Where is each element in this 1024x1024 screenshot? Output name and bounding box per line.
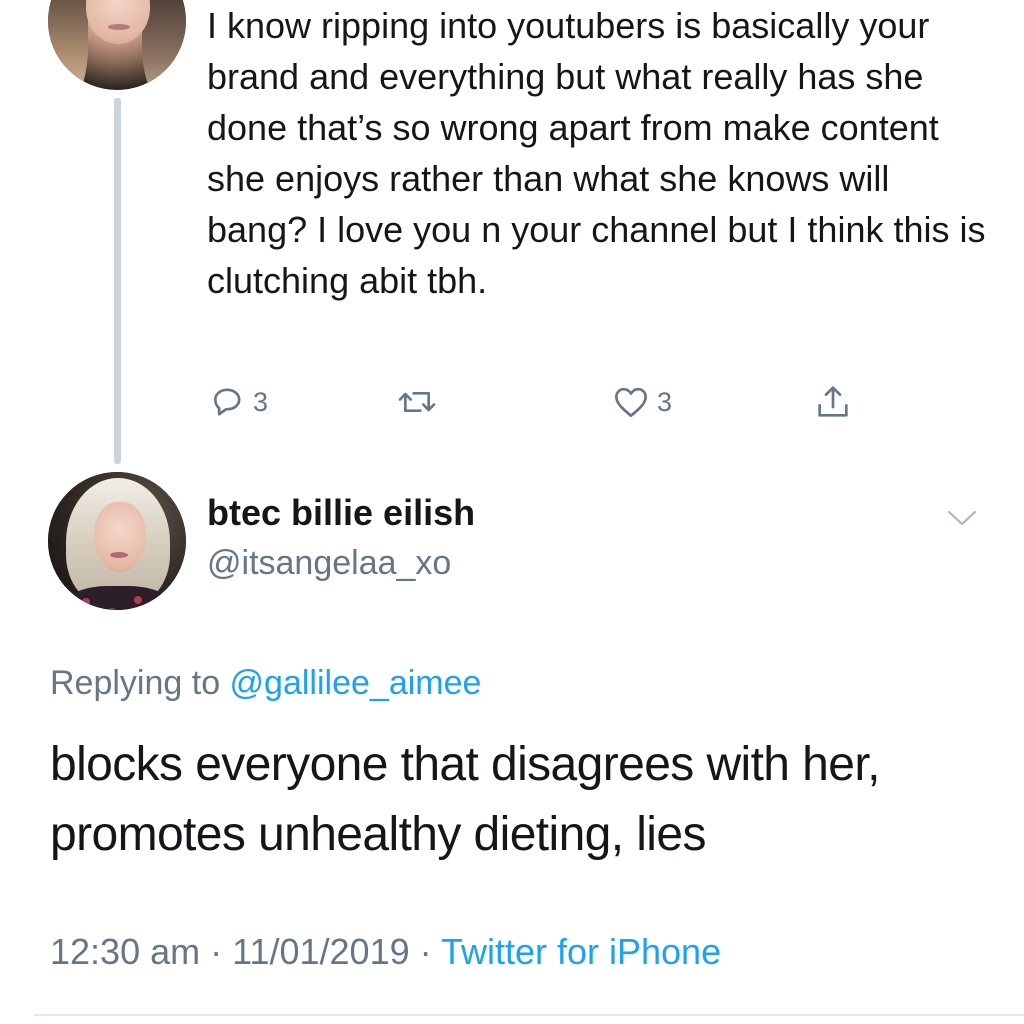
replying-to-line: Replying to @gallilee_aimee [50,660,481,706]
avatar-lips [110,552,128,558]
replying-prefix: Replying to [50,664,230,702]
parent-avatar[interactable] [48,0,186,90]
chevron-down-icon[interactable] [946,506,978,530]
retweet-icon [398,392,436,412]
replying-to-mention-link[interactable]: @gallilee_aimee [230,664,482,702]
reply-icon [214,388,241,416]
thread-connector-line [114,98,121,464]
avatar-lips [108,24,130,30]
heart-icon [615,387,647,417]
tweet-source-link[interactable]: Twitter for iPhone [441,931,721,972]
meta-separator: · [409,931,441,972]
parent-tweet-actions: 3 3 [207,380,887,424]
main-avatar[interactable] [48,472,186,610]
user-handle[interactable]: @itsangelaa_xo [207,541,451,585]
meta-separator: · [200,931,233,972]
avatar-face [86,0,150,44]
reply-count: 3 [253,386,269,417]
reply-button[interactable]: 3 [207,380,268,424]
display-name[interactable]: btec billie eilish [207,491,475,535]
avatar-clothing [68,586,168,610]
parent-tweet-text: I know ripping into youtubers is basical… [207,5,986,301]
like-button[interactable]: 3 [611,380,672,424]
retweet-button[interactable] [395,380,445,424]
tweet-metadata: 12:30 am · 11/01/2019 · Twitter for iPho… [50,928,721,976]
main-tweet-text: blocks everyone that disagrees with her,… [50,738,880,861]
avatar-face [94,502,146,572]
tweet-date: 11/01/2019 [232,931,410,972]
like-count: 3 [657,386,673,417]
share-icon [818,386,848,417]
share-button[interactable] [813,380,853,424]
avatar-hair [48,0,88,90]
divider [34,1014,1024,1016]
tweet-time: 12:30 am [50,931,201,972]
